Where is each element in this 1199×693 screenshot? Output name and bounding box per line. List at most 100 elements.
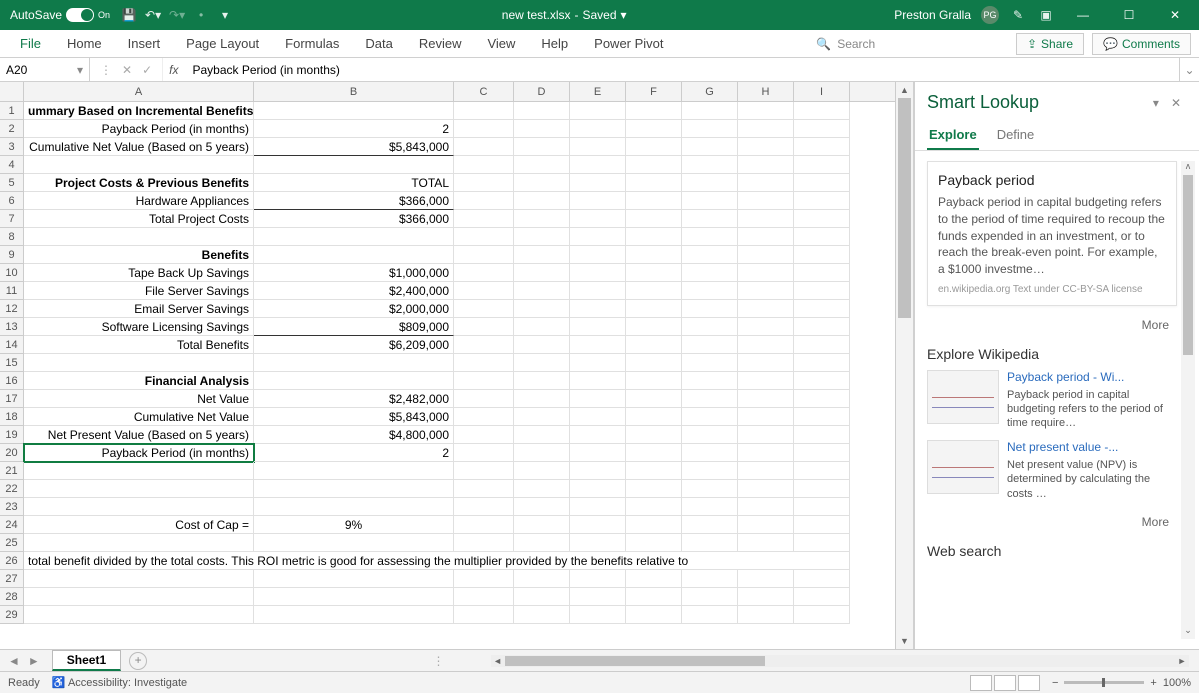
cell-E15[interactable] — [570, 354, 626, 372]
cell-B14[interactable]: $6,209,000 — [254, 336, 454, 354]
cell-B5[interactable]: TOTAL — [254, 174, 454, 192]
cell-E28[interactable] — [570, 588, 626, 606]
cell-E29[interactable] — [570, 606, 626, 624]
cell-G20[interactable] — [682, 444, 738, 462]
cell-A11[interactable]: File Server Savings — [24, 282, 254, 300]
cell-I6[interactable] — [794, 192, 850, 210]
tab-view[interactable]: View — [475, 30, 527, 57]
cell-E22[interactable] — [570, 480, 626, 498]
cell-C28[interactable] — [454, 588, 514, 606]
row-header-7[interactable]: 7 — [0, 210, 24, 228]
cell-I29[interactable] — [794, 606, 850, 624]
cell-I21[interactable] — [794, 462, 850, 480]
pane-scroll-thumb[interactable] — [1183, 175, 1193, 355]
cell-H10[interactable] — [738, 264, 794, 282]
cell-C14[interactable] — [454, 336, 514, 354]
cell-B2[interactable]: 2 — [254, 120, 454, 138]
cell-C27[interactable] — [454, 570, 514, 588]
cell-A13[interactable]: Software Licensing Savings — [24, 318, 254, 336]
row-header-25[interactable]: 25 — [0, 534, 24, 552]
cell-F13[interactable] — [626, 318, 682, 336]
cell-A24[interactable]: Cost of Cap = — [24, 516, 254, 534]
row-header-22[interactable]: 22 — [0, 480, 24, 498]
cell-I13[interactable] — [794, 318, 850, 336]
cell-A17[interactable]: Net Value — [24, 390, 254, 408]
cell-B24[interactable]: 9% — [254, 516, 454, 534]
view-page-break-button[interactable] — [1018, 675, 1040, 691]
cell-B12[interactable]: $2,000,000 — [254, 300, 454, 318]
cell-C7[interactable] — [454, 210, 514, 228]
cell-C12[interactable] — [454, 300, 514, 318]
cell-D10[interactable] — [514, 264, 570, 282]
cell-H3[interactable] — [738, 138, 794, 156]
cell-C13[interactable] — [454, 318, 514, 336]
cell-C8[interactable] — [454, 228, 514, 246]
cell-B29[interactable] — [254, 606, 454, 624]
cell-E1[interactable] — [570, 102, 626, 120]
expand-formula-bar-icon[interactable]: ⌄ — [1179, 58, 1199, 81]
cell-A18[interactable]: Cumulative Net Value — [24, 408, 254, 426]
cell-H23[interactable] — [738, 498, 794, 516]
cell-A12[interactable]: Email Server Savings — [24, 300, 254, 318]
enter-formula-icon[interactable]: ✓ — [142, 63, 152, 77]
cell-D12[interactable] — [514, 300, 570, 318]
row-header-13[interactable]: 13 — [0, 318, 24, 336]
cell-A6[interactable]: Hardware Appliances — [24, 192, 254, 210]
cell-C6[interactable] — [454, 192, 514, 210]
cell-B18[interactable]: $5,843,000 — [254, 408, 454, 426]
cell-C29[interactable] — [454, 606, 514, 624]
cell-I24[interactable] — [794, 516, 850, 534]
cell-H8[interactable] — [738, 228, 794, 246]
cell-C10[interactable] — [454, 264, 514, 282]
cell-G14[interactable] — [682, 336, 738, 354]
cell-B1[interactable] — [254, 102, 454, 120]
add-sheet-button[interactable]: + — [129, 652, 147, 670]
cell-E25[interactable] — [570, 534, 626, 552]
col-header-E[interactable]: E — [570, 82, 626, 101]
cell-F2[interactable] — [626, 120, 682, 138]
cell-H20[interactable] — [738, 444, 794, 462]
cell-H16[interactable] — [738, 372, 794, 390]
cell-D8[interactable] — [514, 228, 570, 246]
close-button[interactable]: ✕ — [1157, 0, 1193, 30]
cell-C4[interactable] — [454, 156, 514, 174]
sheet-nav-next-icon[interactable]: ► — [28, 654, 40, 668]
hscroll-left-icon[interactable]: ◄ — [491, 656, 505, 666]
cell-B22[interactable] — [254, 480, 454, 498]
cell-A3[interactable]: Cumulative Net Value (Based on 5 years) — [24, 138, 254, 156]
cell-F5[interactable] — [626, 174, 682, 192]
cell-F25[interactable] — [626, 534, 682, 552]
cell-H9[interactable] — [738, 246, 794, 264]
cell-F19[interactable] — [626, 426, 682, 444]
cell-I23[interactable] — [794, 498, 850, 516]
tab-home[interactable]: Home — [55, 30, 114, 57]
cell-I28[interactable] — [794, 588, 850, 606]
cell-B17[interactable]: $2,482,000 — [254, 390, 454, 408]
cell-E9[interactable] — [570, 246, 626, 264]
pane-scroll-up-icon[interactable]: ʌ — [1181, 161, 1195, 175]
cell-I12[interactable] — [794, 300, 850, 318]
cell-C2[interactable] — [454, 120, 514, 138]
cell-C18[interactable] — [454, 408, 514, 426]
column-headers[interactable]: ABCDEFGHI — [0, 82, 895, 102]
minimize-button[interactable]: — — [1065, 0, 1101, 30]
ribbon-display-icon[interactable]: ▣ — [1037, 6, 1055, 24]
cell-I9[interactable] — [794, 246, 850, 264]
coming-soon-icon[interactable]: ✎ — [1009, 6, 1027, 24]
cell-D25[interactable] — [514, 534, 570, 552]
formula-more-icon[interactable]: ⋮ — [100, 63, 112, 77]
cell-B21[interactable] — [254, 462, 454, 480]
cell-B19[interactable]: $4,800,000 — [254, 426, 454, 444]
row-header-23[interactable]: 23 — [0, 498, 24, 516]
cell-A22[interactable] — [24, 480, 254, 498]
cell-H14[interactable] — [738, 336, 794, 354]
row-header-15[interactable]: 15 — [0, 354, 24, 372]
cell-E5[interactable] — [570, 174, 626, 192]
cell-A8[interactable] — [24, 228, 254, 246]
cell-D15[interactable] — [514, 354, 570, 372]
cell-A26[interactable]: total benefit divided by the total costs… — [24, 552, 850, 570]
tab-split-handle[interactable]: ⋮ — [427, 654, 451, 668]
cell-B15[interactable] — [254, 354, 454, 372]
cell-B3[interactable]: $5,843,000 — [254, 138, 454, 156]
cell-D14[interactable] — [514, 336, 570, 354]
